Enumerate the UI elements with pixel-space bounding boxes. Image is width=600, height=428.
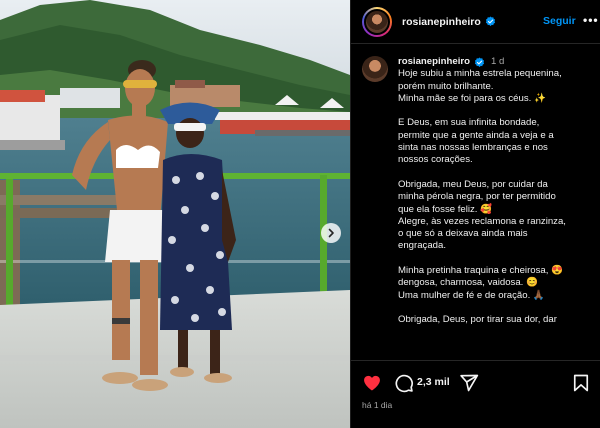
post-timestamp[interactable]: há 1 dia xyxy=(362,400,392,410)
instagram-post: rosianepinheiro Seguir ••• rosianepinhei… xyxy=(0,0,600,428)
save-button[interactable] xyxy=(571,373,591,393)
comment-count[interactable]: 2,3 mil xyxy=(417,376,450,388)
header-username[interactable]: rosianepinheiro xyxy=(402,16,496,28)
story-ring[interactable] xyxy=(362,6,392,37)
comment-icon xyxy=(395,374,413,393)
caption-line: engraçada. xyxy=(398,240,447,252)
caption-line: sinta nas nossas lembranças e nos xyxy=(398,142,548,154)
caption-line: Minha mãe se foi para os céus. ✨ xyxy=(398,92,546,104)
caption-line: que ela fosse feliz. 🥰 xyxy=(398,203,493,215)
caption-time[interactable]: 1 d xyxy=(491,56,504,68)
follow-button[interactable]: Seguir xyxy=(543,15,576,27)
post-photo[interactable] xyxy=(0,0,350,428)
bookmark-icon xyxy=(573,374,589,392)
heart-filled-icon xyxy=(364,375,380,391)
post-header: rosianepinheiro Seguir ••• xyxy=(351,0,600,44)
caption-line: Alegre, às vezes reclamona e ranzinza, xyxy=(398,215,566,227)
share-button[interactable] xyxy=(459,373,479,393)
caption-line: Obrigada, Deus, por tirar sua dor, dar xyxy=(398,314,557,326)
caption-body: rosianepinheiro 1 d Hoje subiu a minha e… xyxy=(398,56,593,327)
caption-line: Hoje subiu a minha estrela pequenina, xyxy=(398,68,562,80)
verified-badge-icon xyxy=(485,15,495,26)
photo-scene xyxy=(0,0,350,428)
like-button[interactable] xyxy=(362,373,382,393)
comment-button[interactable] xyxy=(394,373,414,393)
send-icon xyxy=(460,374,479,392)
post-side-panel: rosianepinheiro Seguir ••• rosianepinhei… xyxy=(350,0,600,428)
action-bar: 2,3 mil há 1 dia xyxy=(351,360,600,428)
caption-row: rosianepinheiro 1 d Hoje subiu a minha e… xyxy=(362,56,593,327)
caption-scroll-area[interactable]: rosianepinheiro 1 d Hoje subiu a minha e… xyxy=(351,45,600,359)
verified-badge-icon xyxy=(474,57,485,67)
caption-line: E Deus, em sua infinita bondade, xyxy=(398,117,540,129)
chevron-right-icon xyxy=(328,228,334,238)
carousel-next-button[interactable] xyxy=(321,223,341,243)
caption-line: minha pérola negra, por ter permitido xyxy=(398,191,556,203)
more-options-button[interactable]: ••• xyxy=(583,13,599,27)
caption-header: rosianepinheiro 1 d xyxy=(398,56,593,68)
caption-line: dengosa, charmosa, vaidosa. 😊 xyxy=(398,277,538,289)
caption-text: Hoje subiu a minha estrela pequenina, por… xyxy=(398,68,593,326)
caption-avatar[interactable] xyxy=(362,56,388,82)
caption-line: Minha pretinha traquina e cheirosa, 😍 xyxy=(398,265,564,277)
caption-line: Uma mulher de fé e de oração. 🙏🏾 xyxy=(398,289,545,301)
caption-line: porém muito brilhante. xyxy=(398,80,494,92)
caption-line: Obrigada, meu Deus, por cuidar da xyxy=(398,178,548,190)
avatar[interactable] xyxy=(364,8,390,35)
caption-line: nossos corações. xyxy=(398,154,473,166)
caption-line: o que só a deixava ainda mais xyxy=(398,228,528,240)
caption-line: permite que a gente ainda a veja e a xyxy=(398,129,554,141)
header-username-text[interactable]: rosianepinheiro xyxy=(402,16,481,28)
caption-username[interactable]: rosianepinheiro xyxy=(398,56,470,68)
